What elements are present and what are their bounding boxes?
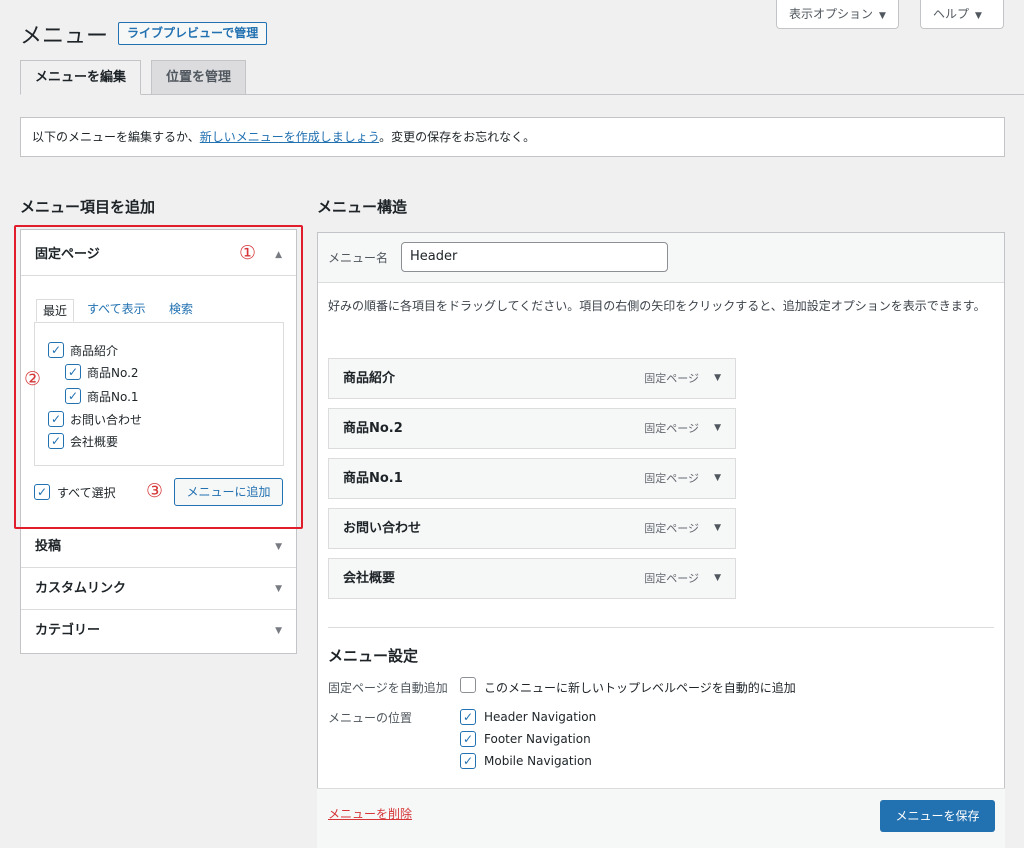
edit-notice: 以下のメニューを編集するか、新しいメニューを作成しましょう。変更の保存をお忘れな…	[20, 117, 1005, 157]
annotation-3: ③	[146, 480, 164, 502]
auto-add-text: このメニューに新しいトップレベルページを自動的に追加	[484, 681, 796, 695]
caret-down-icon: ▼	[275, 542, 282, 552]
menu-item-type: 固定ページ	[644, 522, 699, 535]
menu-item[interactable]: お問い合わせ 固定ページ ▼	[328, 508, 736, 549]
menu-item-title: 商品紹介	[343, 371, 396, 386]
create-new-menu-link[interactable]: 新しいメニューを作成しましょう	[200, 130, 379, 144]
location-checkbox-header[interactable]: ✓	[460, 709, 476, 725]
posts-accordion-title: 投稿	[35, 539, 62, 554]
screen-options-label: 表示オプション	[789, 7, 874, 21]
caret-down-icon[interactable]: ▼	[714, 359, 721, 398]
location-checkbox-footer[interactable]: ✓	[460, 731, 476, 747]
caret-down-icon: ▼	[275, 626, 282, 636]
save-menu-button[interactable]: メニューを保存	[880, 800, 995, 832]
location-label-mobile: Mobile Navigation	[484, 754, 592, 768]
auto-add-checkbox[interactable]	[460, 677, 476, 693]
menu-item[interactable]: 商品No.2 固定ページ ▼	[328, 408, 736, 449]
caret-down-icon[interactable]: ▼	[714, 509, 721, 548]
menu-item-type: 固定ページ	[644, 472, 699, 485]
menu-item[interactable]: 商品No.1 固定ページ ▼	[328, 458, 736, 499]
custom-links-accordion-title: カスタムリンク	[35, 581, 127, 596]
caret-down-icon: ▼	[275, 584, 282, 594]
location-label-header: Header Navigation	[484, 710, 597, 724]
add-menu-items-title: メニュー項目を追加	[20, 198, 156, 216]
categories-accordion-header[interactable]: カテゴリー ▼	[21, 610, 296, 652]
menu-item-title: 商品No.1	[343, 471, 403, 486]
settings-divider	[328, 627, 994, 628]
annotation-1: ①	[239, 242, 257, 264]
tab-edit-menus[interactable]: メニューを編集	[20, 60, 142, 95]
page-title: メニュー	[20, 24, 109, 49]
menu-item-type: 固定ページ	[644, 422, 699, 435]
categories-accordion-title: カテゴリー	[35, 623, 101, 638]
menu-structure-title: メニュー構造	[317, 198, 408, 216]
live-preview-button[interactable]: ライブプレビューで管理	[118, 22, 268, 45]
tab-manage-locations[interactable]: 位置を管理	[151, 60, 247, 95]
menu-item-type: 固定ページ	[644, 372, 699, 385]
auto-add-label: 固定ページを自動追加	[328, 681, 448, 695]
posts-accordion-header[interactable]: 投稿 ▼	[21, 526, 296, 568]
screen-options-button[interactable]: 表示オプション ▼	[776, 0, 899, 29]
annotation-2: ②	[24, 368, 42, 390]
delete-menu-link[interactable]: メニューを削除	[328, 805, 412, 822]
menu-item-title: 商品No.2	[343, 421, 403, 436]
menu-item-title: お問い合わせ	[343, 521, 422, 536]
menu-item[interactable]: 商品紹介 固定ページ ▼	[328, 358, 736, 399]
custom-links-accordion-header[interactable]: カスタムリンク ▼	[21, 568, 296, 610]
menu-item-title: 会社概要	[343, 571, 396, 586]
menu-name-label: メニュー名	[328, 251, 389, 265]
caret-down-icon[interactable]: ▼	[714, 559, 721, 598]
drag-instructions: 好みの順番に各項目をドラッグしてください。項目の右側の矢印をクリックすると、追加…	[328, 299, 986, 313]
menu-item-type: 固定ページ	[644, 572, 699, 585]
notice-text-after: 。変更の保存をお忘れなく。	[379, 130, 536, 144]
location-checkbox-mobile[interactable]: ✓	[460, 753, 476, 769]
menu-name-input[interactable]: Header	[401, 242, 668, 272]
menu-location-label: メニューの位置	[328, 711, 413, 725]
notice-text-before: 以下のメニューを編集するか、	[32, 130, 200, 144]
caret-down-icon: ▼	[975, 11, 982, 21]
help-button[interactable]: ヘルプ ▼	[920, 0, 1004, 29]
caret-down-icon[interactable]: ▼	[714, 409, 721, 448]
menu-item[interactable]: 会社概要 固定ページ ▼	[328, 558, 736, 599]
help-label: ヘルプ	[933, 7, 970, 21]
location-label-footer: Footer Navigation	[484, 732, 591, 746]
menu-settings-title: メニュー設定	[328, 647, 419, 665]
caret-down-icon[interactable]: ▼	[714, 459, 721, 498]
caret-down-icon: ▼	[879, 11, 886, 21]
